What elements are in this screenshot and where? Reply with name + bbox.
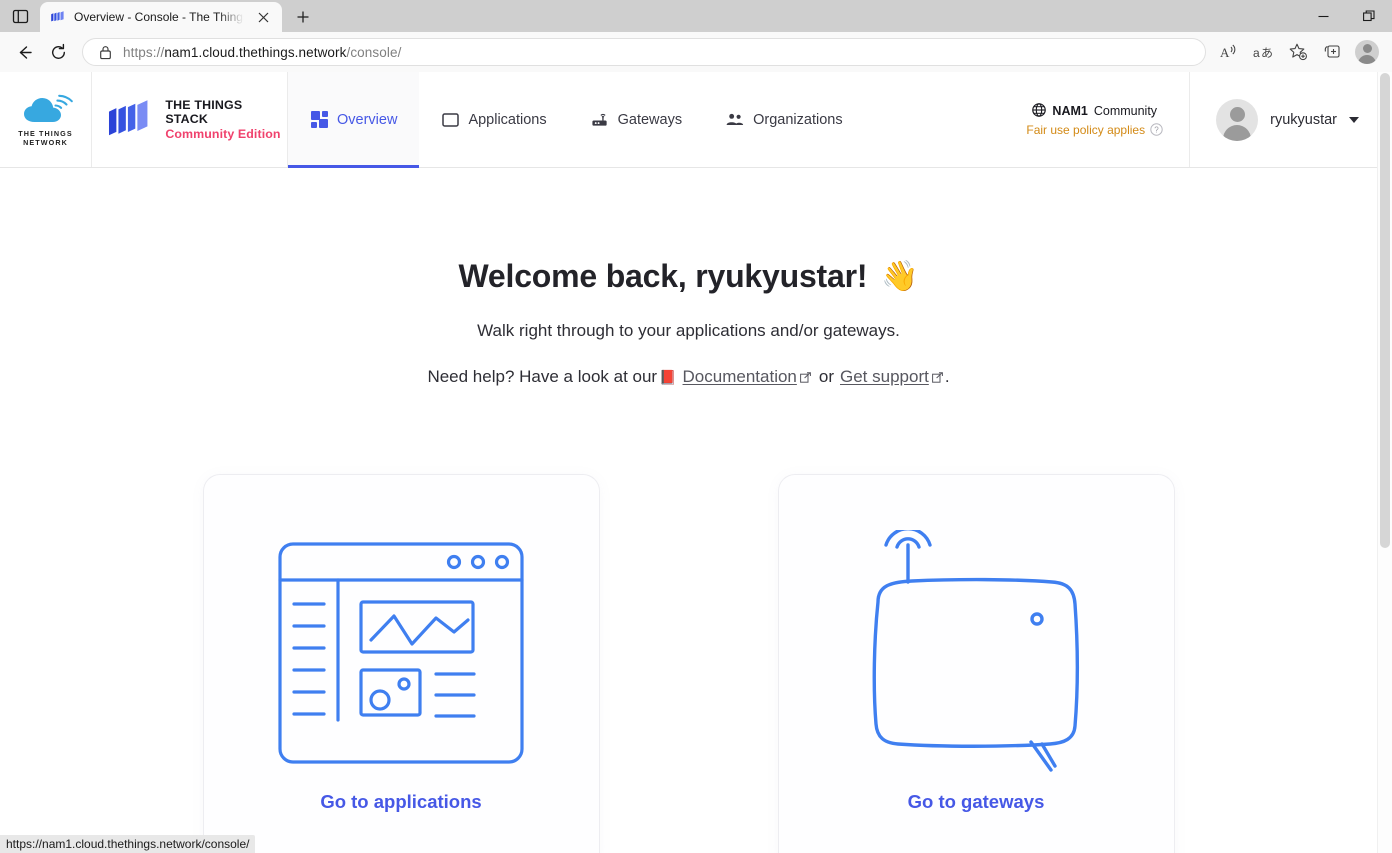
user-menu[interactable]: ryukyustar <box>1190 98 1377 141</box>
book-icon: 📕 <box>659 368 677 385</box>
external-link-icon <box>799 371 811 383</box>
read-aloud-icon[interactable]: A <box>1214 36 1246 68</box>
reload-icon[interactable] <box>42 36 74 68</box>
browser-window: Overview - Console - The Things https://… <box>0 0 1392 853</box>
svg-text:a: a <box>1253 46 1260 60</box>
user-name: ryukyustar <box>1270 111 1337 128</box>
gateway-router-icon <box>591 111 609 129</box>
applications-card[interactable]: Go to applications <box>203 475 599 853</box>
new-tab-button[interactable] <box>288 3 318 31</box>
ttn-logo-cell[interactable]: THE THINGS NETWORK <box>0 72 92 167</box>
nav-label-organizations: Organizations <box>753 111 843 128</box>
translate-icon[interactable]: aあ <box>1248 36 1280 68</box>
lock-icon <box>95 42 115 62</box>
status-bar-url: https://nam1.cloud.thethings.network/con… <box>6 837 250 851</box>
get-support-link[interactable]: Get support <box>840 367 929 387</box>
cluster-name: NAM1 <box>1052 104 1088 118</box>
fair-use-policy-text: Fair use policy applies <box>1026 122 1146 137</box>
cluster-type: Community <box>1093 104 1158 118</box>
tab-title: Overview - Console - The Things <box>74 10 244 24</box>
external-link-icon-2 <box>931 371 943 383</box>
avatar <box>1216 98 1259 141</box>
stack-wordmark: THE THINGS STACK Community Edition <box>165 98 281 141</box>
nav-item-overview[interactable]: Overview <box>288 72 420 168</box>
status-bar-link-preview: https://nam1.cloud.thethings.network/con… <box>0 835 256 853</box>
nav-label-gateways: Gateways <box>617 111 683 128</box>
page-subtitle: Walk right through to your applications … <box>477 321 900 340</box>
page-title: Welcome back, ryukyustar! 👋 <box>459 258 919 295</box>
collections-icon[interactable] <box>1316 36 1348 68</box>
profile-icon <box>1355 40 1379 64</box>
tab-list-icon[interactable] <box>0 0 40 32</box>
nav-label-applications: Applications <box>468 111 547 128</box>
help-suffix: . <box>944 367 950 386</box>
scrollbar-thumb[interactable] <box>1380 73 1390 548</box>
nav-item-applications[interactable]: Applications <box>419 72 568 167</box>
primary-navigation: Overview Applications Gateways Organizat… <box>288 72 1006 168</box>
nav-item-organizations[interactable]: Organizations <box>704 72 864 167</box>
waving-hand-icon: 👋 <box>881 259 919 293</box>
page-viewport: THE THINGS NETWORK THE THINGS STACK Comm… <box>0 72 1392 853</box>
organizations-people-icon <box>726 111 744 129</box>
gateway-device-illustration <box>856 521 1096 789</box>
welcome-text: Welcome back, ryukyustar! <box>458 258 868 294</box>
svg-text:あ: あ <box>1261 46 1273 60</box>
browser-tab[interactable]: Overview - Console - The Things <box>40 2 282 32</box>
back-arrow-icon[interactable] <box>8 36 40 68</box>
url-text: https://nam1.cloud.thethings.network/con… <box>123 44 402 60</box>
tab-close-icon[interactable] <box>252 6 274 28</box>
console-header: THE THINGS NETWORK THE THINGS STACK Comm… <box>0 72 1377 168</box>
nav-label-overview: Overview <box>337 111 398 128</box>
browser-profile-button[interactable] <box>1350 36 1384 68</box>
header-right: NAM1 Community Fair use policy applies ? <box>1006 72 1377 167</box>
globe-icon <box>1032 102 1047 120</box>
applications-card-label: Go to applications <box>320 791 482 812</box>
address-bar[interactable]: https://nam1.cloud.thethings.network/con… <box>82 38 1206 66</box>
question-circle-icon[interactable]: ? <box>1150 123 1163 136</box>
fair-use-policy[interactable]: Fair use policy applies ? <box>1026 123 1163 137</box>
cluster-name-row: NAM1 Community <box>1032 102 1158 120</box>
help-prefix: Need help? Have a look at our <box>427 367 658 386</box>
stack-cards-icon <box>108 99 148 135</box>
maximize-restore-button[interactable] <box>1346 0 1392 32</box>
documentation-link[interactable]: Documentation <box>683 367 797 387</box>
chevron-down-icon <box>1349 116 1359 123</box>
ttn-cloud-icon <box>23 94 73 122</box>
add-favorite-icon[interactable] <box>1282 36 1314 68</box>
ttn-logo-text: THE THINGS NETWORK <box>18 129 73 147</box>
help-line: Need help? Have a look at our 📕 Document… <box>427 367 949 387</box>
nav-item-gateways[interactable]: Gateways <box>569 72 704 167</box>
ttn-console-page: THE THINGS NETWORK THE THINGS STACK Comm… <box>0 72 1377 853</box>
application-square-icon <box>441 111 459 129</box>
cluster-info: NAM1 Community Fair use policy applies ? <box>1006 72 1191 167</box>
page-scrollbar[interactable] <box>1377 72 1392 853</box>
browser-toolbar: https://nam1.cloud.thethings.network/con… <box>0 32 1392 72</box>
things-stack-brand[interactable]: THE THINGS STACK Community Edition <box>92 72 288 167</box>
svg-text:?: ? <box>1154 126 1159 135</box>
window-controls <box>1300 0 1392 32</box>
shortcut-cards: Go to applications Go to gateways <box>203 475 1174 853</box>
gateways-card[interactable]: Go to gateways <box>778 475 1174 853</box>
grid-icon <box>310 111 328 129</box>
help-middle: or <box>818 367 834 386</box>
tab-strip: Overview - Console - The Things <box>0 0 1392 32</box>
ttn-stack-favicon <box>51 11 64 22</box>
svg-text:A: A <box>1220 45 1230 60</box>
toolbar-right-actions: A aあ <box>1214 36 1384 68</box>
gateways-card-label: Go to gateways <box>907 791 1045 812</box>
main-content: Welcome back, ryukyustar! 👋 Walk right t… <box>0 168 1377 853</box>
minimize-button[interactable] <box>1300 0 1346 32</box>
applications-console-illustration <box>276 521 526 789</box>
